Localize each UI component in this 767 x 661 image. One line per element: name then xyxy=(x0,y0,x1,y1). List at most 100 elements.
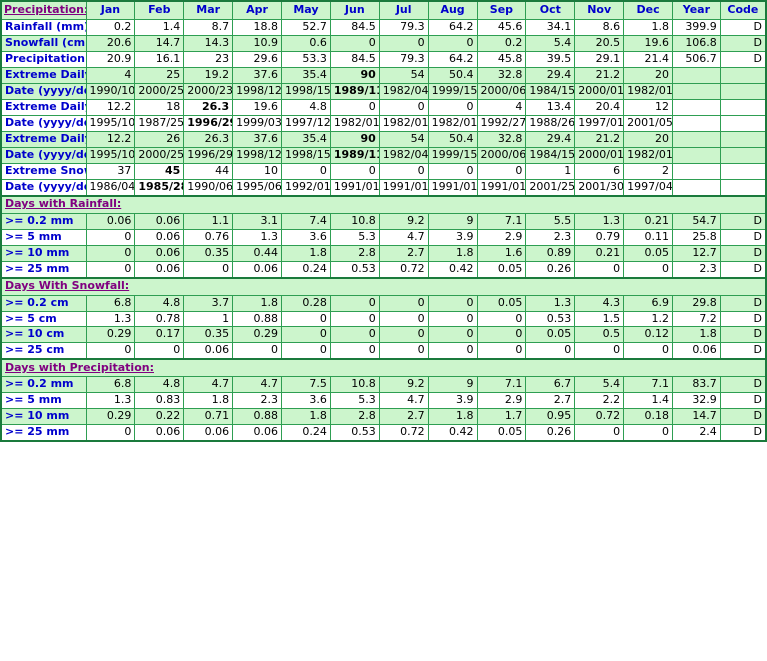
cell-snowfall-ge-0-2-cm-dec: 6.9 xyxy=(623,294,673,312)
row-label-extreme-daily-rainfall-date: Date (yyyy/dd) xyxy=(0,82,87,100)
cell-extreme-daily-precipitation-date-may: 1998/15 xyxy=(281,146,331,164)
cell-rainfall-ge-25-mm-year: 2.3 xyxy=(672,260,721,279)
cell-precipitation-apr: 29.6 xyxy=(232,50,282,68)
cell-precipitation-ge-10-mm-dec: 0.18 xyxy=(623,408,673,426)
cell-extreme-daily-rainfall-jun: 90 xyxy=(329,66,380,84)
cell-snowfall-ge-0-2-cm-code: D xyxy=(719,294,767,312)
cell-precipitation-oct: 39.5 xyxy=(525,50,576,68)
cell-extreme-snow-depth-oct: 1 xyxy=(525,162,576,180)
cell-precipitation-ge-0-2-mm-code: D xyxy=(719,376,767,394)
cell-precipitation-ge-5-mm-apr: 2.3 xyxy=(232,392,282,410)
cell-precipitation-ge-0-2-mm-aug: 9 xyxy=(427,376,478,394)
cell-extreme-daily-rainfall-mar: 19.2 xyxy=(183,66,234,84)
cell-rainfall-ge-25-mm-jul: 0.72 xyxy=(378,260,429,279)
cell-precipitation-year: 506.7 xyxy=(672,50,721,68)
cell-extreme-daily-rainfall-year xyxy=(672,66,721,84)
cell-extreme-daily-precipitation-aug: 50.4 xyxy=(427,130,478,148)
cell-rainfall-ge-10-mm-dec: 0.05 xyxy=(623,244,673,262)
cell-precipitation-ge-10-mm-apr: 0.88 xyxy=(232,408,282,426)
cell-snowfall-ge-10-cm-year: 1.8 xyxy=(672,326,721,344)
cell-precipitation-ge-10-mm-may: 1.8 xyxy=(281,408,331,426)
cell-extreme-daily-precipitation-jan: 12.2 xyxy=(85,130,136,148)
cell-rainfall-ge-10-mm-apr: 0.44 xyxy=(232,244,282,262)
column-header-aug: Aug xyxy=(427,0,478,20)
cell-snowfall-ge-25-cm-jul: 0 xyxy=(378,342,429,360)
cell-rainfall-feb: 1.4 xyxy=(134,19,185,36)
cell-precipitation-jun: 84.5 xyxy=(329,50,380,68)
cell-extreme-daily-snowfall-dec: 12 xyxy=(623,98,673,116)
cell-snowfall-ge-5-cm-dec: 1.2 xyxy=(623,310,673,328)
cell-rainfall-sep: 45.6 xyxy=(476,19,527,36)
cell-rainfall-ge-25-mm-apr: 0.06 xyxy=(232,260,282,279)
cell-precipitation-ge-25-mm-nov: 0 xyxy=(574,424,625,443)
cell-precipitation-ge-0-2-mm-jan: 6.8 xyxy=(85,376,136,394)
cell-rainfall-ge-0-2-mm-aug: 9 xyxy=(427,212,478,230)
cell-rainfall-ge-5-mm-may: 3.6 xyxy=(281,228,331,246)
cell-snowfall-ge-5-cm-year: 7.2 xyxy=(672,310,721,328)
section-header-label: Days With Snowfall: xyxy=(5,279,130,293)
cell-snowfall-ge-10-cm-may: 0 xyxy=(281,326,331,344)
cell-rainfall-ge-5-mm-feb: 0.06 xyxy=(134,228,185,246)
cell-extreme-daily-snowfall-aug: 0 xyxy=(427,98,478,116)
cell-extreme-daily-precipitation-jun: 90 xyxy=(329,130,380,148)
cell-rainfall-jul: 79.3 xyxy=(378,19,429,36)
cell-rainfall-ge-25-mm-may: 0.24 xyxy=(281,260,331,279)
cell-precipitation-ge-10-mm-jul: 2.7 xyxy=(378,408,429,426)
cell-snowfall-ge-25-cm-feb: 0 xyxy=(134,342,185,360)
section-header-cell: Days With Snowfall: xyxy=(0,276,767,296)
cell-extreme-daily-rainfall-date-feb: 2000/25 xyxy=(134,82,185,100)
cell-rainfall-ge-10-mm-jun: 2.8 xyxy=(329,244,380,262)
section-header-label: Days with Precipitation: xyxy=(5,360,154,374)
cell-snowfall-ge-10-cm-jan: 0.29 xyxy=(85,326,136,344)
cell-precipitation-nov: 29.1 xyxy=(574,50,625,68)
climate-precipitation-table: Precipitation: Jan Feb Mar Apr May Jun Jul Aug Se… xyxy=(0,0,767,443)
cell-rainfall-year: 399.9 xyxy=(672,19,721,36)
cell-extreme-daily-snowfall-year xyxy=(672,98,721,116)
cell-extreme-daily-precipitation-date-sep: 2000/06 xyxy=(476,146,527,164)
cell-snowfall-ge-0-2-cm-mar: 3.7 xyxy=(183,294,234,312)
cell-snowfall-ge-5-cm-jun: 0 xyxy=(329,310,380,328)
cell-snowfall-ge-25-cm-oct: 0 xyxy=(525,342,576,360)
cell-rainfall-ge-5-mm-apr: 1.3 xyxy=(232,228,282,246)
cell-extreme-daily-snowfall-mar: 26.3 xyxy=(183,98,234,116)
cell-extreme-daily-rainfall-date-jan: 1990/10 xyxy=(85,82,136,100)
cell-precipitation-jul: 79.3 xyxy=(378,50,429,68)
row-label-rainfall-ge-25-mm: >= 25 mm xyxy=(0,260,87,279)
cell-extreme-daily-snowfall-date-oct: 1988/26 xyxy=(525,114,576,132)
table-row: Extreme Daily Snowfall (cm)12.21826.319.… xyxy=(0,98,767,116)
cell-extreme-daily-rainfall-date-year xyxy=(672,82,721,100)
cell-snowfall-ge-25-cm-dec: 0 xyxy=(623,342,673,360)
cell-snowfall-ge-0-2-cm-apr: 1.8 xyxy=(232,294,282,312)
row-label-extreme-daily-precipitation-date: Date (yyyy/dd) xyxy=(0,146,87,164)
row-label-rainfall-ge-0-2-mm: >= 0.2 mm xyxy=(0,212,87,230)
cell-rainfall-ge-25-mm-jun: 0.53 xyxy=(329,260,380,279)
row-label-snowfall: Snowfall (cm) xyxy=(0,34,87,52)
cell-rainfall-ge-25-mm-sep: 0.05 xyxy=(476,260,527,279)
row-label-snowfall-ge-0-2-cm: >= 0.2 cm xyxy=(0,294,87,312)
table-row: Extreme Daily Precipitation (mm)12.22626… xyxy=(0,130,767,148)
cell-snowfall-ge-5-cm-feb: 0.78 xyxy=(134,310,185,328)
cell-precipitation-ge-5-mm-jan: 1.3 xyxy=(85,392,136,410)
cell-extreme-daily-precipitation-date-oct: 1984/15 xyxy=(525,146,576,164)
cell-precipitation-ge-0-2-mm-sep: 7.1 xyxy=(476,376,527,394)
cell-precipitation-ge-0-2-mm-year: 83.7 xyxy=(672,376,721,394)
cell-extreme-snow-depth-date-feb: 1985/28+ xyxy=(134,178,185,197)
cell-rainfall-ge-25-mm-oct: 0.26 xyxy=(525,260,576,279)
cell-extreme-daily-snowfall-date-aug: 1982/01+ xyxy=(427,114,478,132)
cell-snowfall-jan: 20.6 xyxy=(85,34,136,52)
cell-rainfall-ge-0-2-mm-may: 7.4 xyxy=(281,212,331,230)
cell-precipitation-ge-5-mm-sep: 2.9 xyxy=(476,392,527,410)
column-header-dec: Dec xyxy=(623,0,673,20)
cell-extreme-daily-snowfall-may: 4.8 xyxy=(281,98,331,116)
cell-extreme-snow-depth-date-year xyxy=(672,178,721,197)
cell-extreme-daily-rainfall-date-sep: 2000/06 xyxy=(476,82,527,100)
table-row: Rainfall (mm) 0.2 1.4 8.7 18.8 52.7 84.5 79.3 64… xyxy=(0,19,767,36)
cell-extreme-daily-precipitation-date-feb: 2000/25 xyxy=(134,146,185,164)
cell-precipitation-mar: 23 xyxy=(183,50,234,68)
cell-snowfall-year: 106.8 xyxy=(672,34,721,52)
table-row: Extreme Snow Depth (cm)3745441000000162 xyxy=(0,162,767,180)
cell-extreme-daily-rainfall-date-apr: 1998/12 xyxy=(232,82,282,100)
cell-extreme-daily-rainfall-date-oct: 1984/15 xyxy=(525,82,576,100)
cell-precipitation-ge-5-mm-dec: 1.4 xyxy=(623,392,673,410)
column-header-oct: Oct xyxy=(525,0,576,20)
